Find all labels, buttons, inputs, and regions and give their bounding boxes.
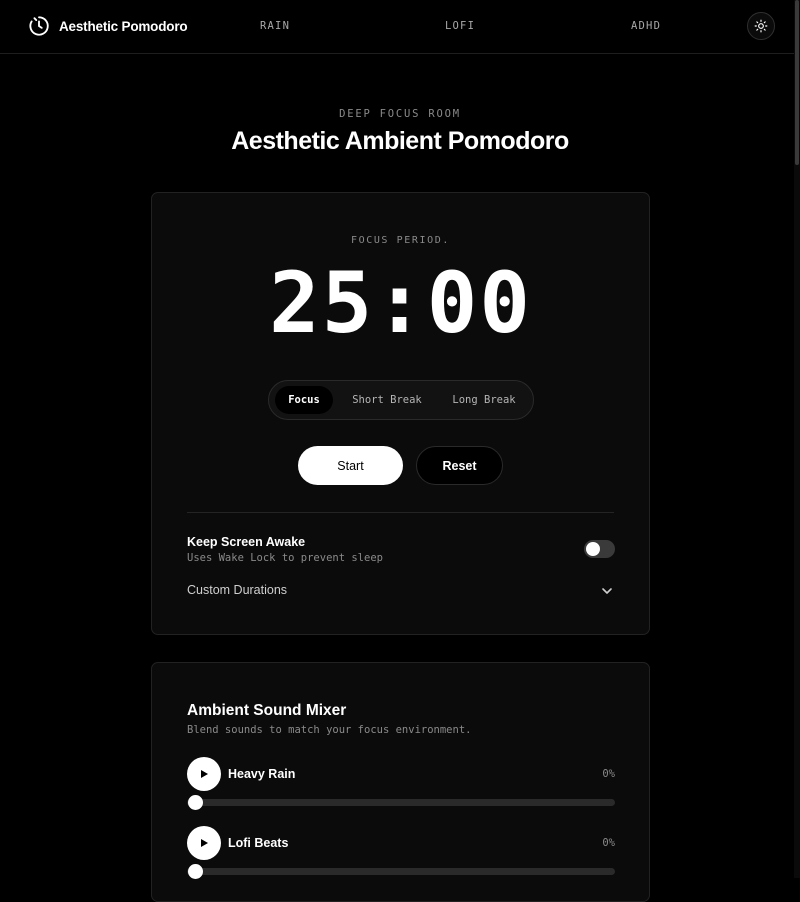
sun-icon (754, 19, 768, 33)
track-volume-percent: 0% (602, 768, 615, 780)
keep-awake-toggle[interactable] (584, 540, 615, 558)
mode-selector: Focus Short Break Long Break (268, 380, 534, 420)
toggle-knob (586, 542, 600, 556)
hero-eyebrow: DEEP FOCUS ROOM (339, 108, 461, 120)
keep-awake-title: Keep Screen Awake (187, 535, 306, 549)
volume-slider[interactable] (187, 799, 615, 806)
play-icon (201, 839, 208, 847)
reset-button[interactable]: Reset (416, 446, 503, 485)
volume-slider[interactable] (187, 868, 615, 875)
volume-slider-handle[interactable] (188, 864, 203, 879)
start-button[interactable]: Start (298, 446, 403, 485)
mode-long-break-button[interactable]: Long Break (441, 386, 527, 414)
mixer-title: Ambient Sound Mixer (187, 702, 347, 719)
play-button[interactable] (187, 757, 221, 791)
brand-link[interactable]: Aesthetic Pomodoro (28, 15, 188, 37)
timer-card: FOCUS PERIOD. 25:00 Focus Short Break Lo… (151, 192, 650, 635)
mode-short-break-button[interactable]: Short Break (341, 386, 433, 414)
track-lofi-beats: Lofi Beats 0% (187, 826, 615, 882)
play-icon (201, 770, 208, 778)
play-button[interactable] (187, 826, 221, 860)
chevron-down-icon[interactable] (601, 587, 613, 595)
mixer-subtitle: Blend sounds to match your focus environ… (187, 724, 472, 736)
custom-durations-toggle[interactable]: Custom Durations (187, 583, 287, 597)
track-heavy-rain: Heavy Rain 0% (187, 757, 615, 813)
page-title: Aesthetic Ambient Pomodoro (231, 127, 569, 155)
period-label: FOCUS PERIOD. (350, 235, 451, 246)
keep-awake-subtitle: Uses Wake Lock to prevent sleep (187, 552, 383, 564)
track-name: Heavy Rain (228, 767, 296, 781)
volume-slider-handle[interactable] (188, 795, 203, 810)
nav-link-adhd[interactable]: ADHD (631, 20, 661, 32)
timer-display: 25:00 (269, 254, 532, 352)
theme-toggle-button[interactable] (747, 12, 775, 40)
brand-name: Aesthetic Pomodoro (59, 18, 188, 34)
track-volume-percent: 0% (602, 837, 615, 849)
sound-mixer-card: Ambient Sound Mixer Blend sounds to matc… (151, 662, 650, 902)
divider (187, 512, 614, 513)
mode-focus-button[interactable]: Focus (275, 386, 333, 414)
track-name: Lofi Beats (228, 836, 289, 850)
nav-link-rain[interactable]: RAIN (260, 20, 290, 32)
top-nav-bar: Aesthetic Pomodoro RAIN LOFI ADHD (0, 0, 800, 54)
nav-link-lofi[interactable]: LOFI (445, 20, 475, 32)
timer-logo-icon (29, 16, 49, 36)
